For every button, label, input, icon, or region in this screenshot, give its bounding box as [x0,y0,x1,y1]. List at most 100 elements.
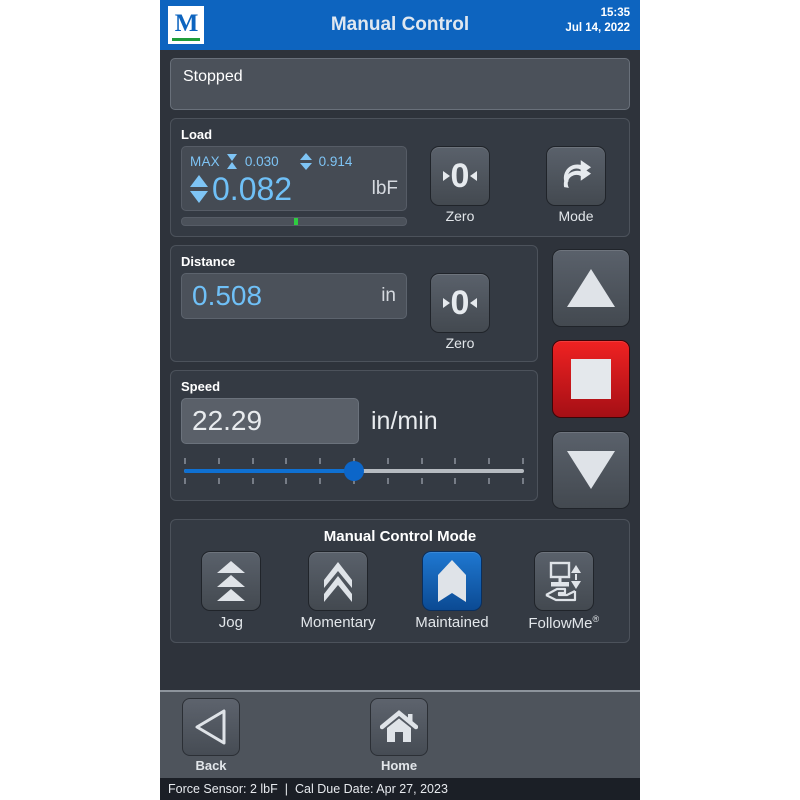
manual-mode-panel: Manual Control Mode Jog Momentary Mainta… [170,519,630,643]
distance-zero-caption: Zero [445,335,475,351]
slider-tick [420,478,423,484]
speed-slider[interactable] [181,458,527,484]
distance-label: Distance [181,254,236,269]
brand-logo: M [168,6,204,44]
load-zero-button[interactable]: 0 [430,146,490,206]
distance-zero-button[interactable]: 0 [430,273,490,333]
hourglass-icon [226,153,238,169]
slider-tick [454,478,457,484]
back-caption: Back [195,757,227,773]
mode-caption-maintained: Maintained [415,614,489,631]
mode-option-jog[interactable]: Jog [200,551,261,632]
jog-up-button[interactable] [552,249,630,327]
bookmark-arrow-up-icon [437,560,466,602]
status-bar-sensor: Force Sensor: 2 lbF [168,782,278,796]
mode-caption-momentary: Momentary [300,614,376,631]
distance-readout[interactable]: 0.508 in [181,273,407,319]
slider-track[interactable] [184,461,524,481]
status-bar-separator: | [284,782,289,796]
followme-mode-button[interactable] [533,551,594,611]
zero-icon: 0 [442,286,478,320]
device-screen: M Manual Control 15:35 Jul 14, 2022 Stop… [160,0,640,800]
speed-label: Speed [181,379,221,394]
triangle-up-icon [567,269,615,307]
slider-tick [521,478,524,484]
speed-value: 22.29 [192,405,263,436]
slider-tick [386,478,389,484]
load-min-peak-value: 0.030 [244,153,279,169]
hand-fixture-icon [545,561,581,602]
stop-button[interactable] [552,340,630,418]
load-panel: Load MAX 0.030 0.914 0.082 lbF 0 Zero Mo… [170,118,630,237]
distance-value: 0.508 [192,280,263,311]
home-nav[interactable]: Home [370,697,428,773]
home-caption: Home [380,757,418,773]
back-nav[interactable]: Back [182,697,240,773]
slider-tick [319,478,322,484]
status-banner: Stopped [170,58,630,110]
home-button[interactable] [370,697,428,756]
triple-chevron-up-icon [216,561,245,601]
mode-option-momentary[interactable]: Momentary [301,551,376,632]
slider-tick [319,458,322,464]
load-direction-icon [190,175,208,203]
mode-option-maintained[interactable]: Maintained [415,551,489,632]
cycle-arrows-icon [563,160,592,188]
slider-tick [420,458,423,464]
load-label: Load [181,127,213,142]
slider-tick [488,458,491,464]
slider-tick [386,458,389,464]
slider-tick [488,478,491,484]
zero-icon: 0 [442,159,478,193]
stop-square-icon [571,359,611,399]
logo-green-bar [172,38,200,41]
load-value: 0.082 [212,171,293,207]
app-header: M Manual Control 15:35 Jul 14, 2022 [160,0,640,50]
up-down-arrow-icon [299,152,312,170]
status-bar-cal: Cal Due Date: Apr 27, 2023 [295,782,448,796]
triangle-down-icon [567,451,615,489]
slider-tick [285,478,288,484]
distance-panel: Distance 0.508 in 0 Zero [170,245,538,362]
main-content: Stopped Load MAX 0.030 0.914 0.082 lbF 0… [160,50,640,690]
slider-tick [184,478,186,484]
slider-tick [521,458,524,464]
back-button[interactable] [182,697,240,756]
load-readout[interactable]: MAX 0.030 0.914 0.082 lbF [181,146,407,211]
registered-mark: ® [592,614,600,624]
double-chevron-up-icon [324,562,353,602]
load-bar-indicator [294,218,298,225]
home-icon [380,709,418,742]
load-mode-caption: Mode [558,208,594,224]
load-mode-button[interactable] [546,146,606,206]
jog-down-button[interactable] [552,431,630,509]
clock-date: Jul 14, 2022 [565,22,630,34]
slider-tick [217,458,220,464]
load-zero-caption: Zero [445,208,475,224]
clock-time: 15:35 [600,7,630,19]
status-bar: Force Sensor: 2 lbF | Cal Due Date: Apr … [160,778,640,800]
slider-fill [184,469,354,473]
triangle-left-icon [195,709,226,744]
slider-tick [184,458,186,464]
slider-tick [454,458,457,464]
maintained-mode-button[interactable] [421,551,482,611]
mode-caption-followme: FollowMe® [528,614,599,632]
slider-tick [251,478,254,484]
load-peak-row: MAX 0.030 0.914 [190,151,398,171]
speed-unit: in/min [371,406,438,435]
speed-panel: Speed 22.29 in/min [170,370,538,501]
slider-tick [251,458,254,464]
momentary-mode-button[interactable] [308,551,369,611]
distance-unit: in [381,285,396,306]
load-unit: lbF [371,178,398,199]
slider-thumb[interactable] [344,461,364,481]
mode-option-followme[interactable]: FollowMe® [528,551,599,632]
manual-mode-title: Manual Control Mode [323,528,477,545]
mode-caption-jog: Jog [218,614,243,631]
load-max-label: MAX [190,153,220,169]
clock: 15:35 Jul 14, 2022 [565,6,630,36]
speed-input[interactable]: 22.29 [181,398,359,444]
jog-mode-button[interactable] [200,551,261,611]
logo-letter: M [174,10,199,37]
